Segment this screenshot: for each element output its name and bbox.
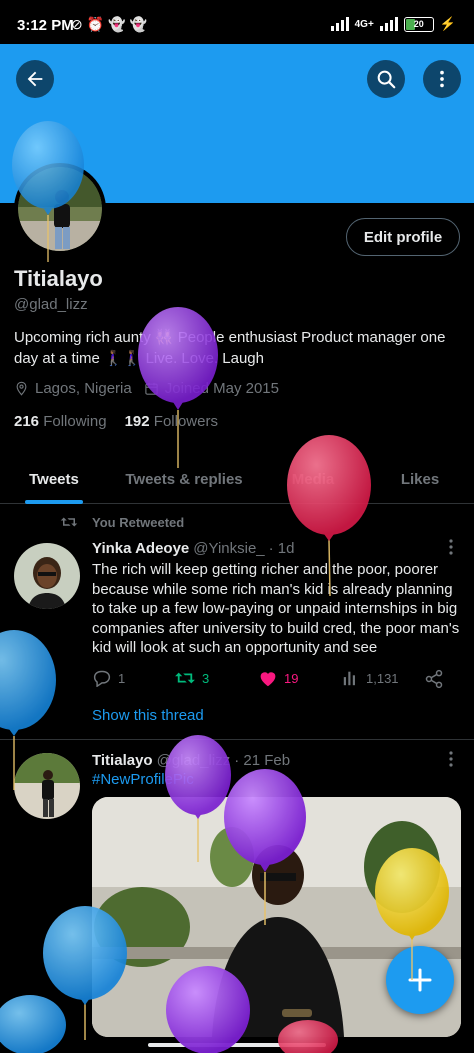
show-thread-link[interactable]: Show this thread xyxy=(92,707,204,724)
tweet-actions: 1 3 19 1,131 xyxy=(92,669,452,691)
tweet-more-button[interactable] xyxy=(448,750,454,773)
tweet-author-name[interactable]: Titialayo xyxy=(92,752,153,769)
reply-button[interactable]: 1 xyxy=(92,669,125,687)
plus-icon xyxy=(408,968,432,992)
more-vertical-icon xyxy=(449,539,453,555)
tweet-author-name[interactable]: Yinka Adeoye xyxy=(92,540,189,557)
followers-label: Followers xyxy=(153,413,218,430)
search-icon xyxy=(377,70,396,89)
following-count: 216 xyxy=(14,413,40,430)
battery-level: 20 xyxy=(413,18,424,29)
status-bar: 3:12 PM ⊘⏰👻👻 4G+ 20 ⚡ xyxy=(0,0,474,44)
tab-tweets[interactable]: Tweets xyxy=(0,454,108,504)
views-icon xyxy=(343,671,355,686)
location-pin-icon xyxy=(16,381,27,396)
joined-text: Joined May 2015 xyxy=(164,380,279,397)
location-text: Lagos, Nigeria xyxy=(35,380,132,397)
tab-tweets-replies-label: Tweets & replies xyxy=(125,470,243,488)
retweet-icon xyxy=(60,517,78,527)
avatar-photo xyxy=(14,543,80,609)
profile-bio: Upcoming rich aunty 👯‍♀️ People enthusia… xyxy=(14,329,446,367)
tab-media[interactable]: Media xyxy=(260,454,366,504)
status-right: 4G+ 20 ⚡ xyxy=(330,16,456,32)
tweet-author-avatar[interactable] xyxy=(14,753,80,819)
retweet-button[interactable]: 3 xyxy=(174,669,209,687)
tweet-time: · 21 Feb xyxy=(234,752,291,769)
more-vertical-icon xyxy=(449,751,453,767)
battery-icon: 20 xyxy=(403,16,434,32)
snapchat-icon: 👻 xyxy=(129,16,152,32)
back-button[interactable] xyxy=(16,60,54,98)
signal-icon xyxy=(330,17,349,31)
tab-media-label: Media xyxy=(291,470,335,488)
more-vertical-icon xyxy=(440,70,444,88)
arrow-left-icon xyxy=(27,71,43,87)
like-button[interactable]: 19 xyxy=(258,669,298,687)
like-count: 19 xyxy=(284,670,299,686)
tweet-author-avatar[interactable] xyxy=(14,543,80,609)
tab-likes-label: Likes xyxy=(400,470,440,488)
calendar-icon xyxy=(145,382,158,395)
tweet-divider xyxy=(0,739,474,740)
location: Lagos, Nigeria xyxy=(14,380,132,397)
tweet-header: Yinka Adeoye @Yinksie_ · 1d xyxy=(92,540,295,557)
tab-tweets-replies[interactable]: Tweets & replies xyxy=(108,454,260,504)
tweet-text: The rich will keep getting richer and th… xyxy=(92,561,460,656)
tweet-author-handle: @glad_lizz xyxy=(156,752,231,769)
views-count: 1,131 xyxy=(366,670,399,686)
profile-tabs: Tweets Tweets & replies Media Likes xyxy=(0,454,474,504)
compose-tweet-button[interactable] xyxy=(386,946,454,1014)
retweet-count: 3 xyxy=(202,670,210,686)
tweet-author-handle: @Yinksie_ xyxy=(193,540,265,557)
profile-avatar[interactable] xyxy=(14,163,106,255)
tab-likes[interactable]: Likes xyxy=(366,454,474,504)
following-link[interactable]: 216 Following xyxy=(14,413,107,430)
edit-profile-button[interactable]: Edit profile xyxy=(346,218,460,256)
share-icon xyxy=(425,669,443,689)
avatar-photo xyxy=(14,753,80,819)
gesture-navbar xyxy=(0,1037,474,1053)
tweet-header: Titialayo @glad_lizz · 21 Feb xyxy=(92,752,290,769)
share-button[interactable] xyxy=(424,669,444,689)
heart-icon xyxy=(260,672,276,687)
reply-icon xyxy=(93,670,111,687)
signal-icon xyxy=(379,17,398,31)
followers-link[interactable]: 192 Followers xyxy=(125,413,218,430)
profile-meta: Lagos, Nigeria Joined May 2015 xyxy=(14,380,279,397)
snapchat-icon: 👻 xyxy=(108,16,130,32)
avatar-photo xyxy=(18,167,102,251)
alarm-icon: ⏰ xyxy=(86,16,109,32)
status-time: 3:12 PM xyxy=(17,17,74,34)
hashtag-link[interactable]: #NewProfilePic xyxy=(92,771,194,788)
charging-icon: ⚡ xyxy=(439,16,456,31)
active-tab-indicator xyxy=(25,500,83,504)
profile-name: Titialayo xyxy=(14,266,103,291)
network-type: 4G+ xyxy=(354,18,374,30)
retweet-label: You Retweeted xyxy=(92,514,185,530)
follow-counts: 216 Following 192 Followers xyxy=(14,413,218,430)
views-button[interactable]: 1,131 xyxy=(342,669,399,687)
search-button[interactable] xyxy=(367,60,405,98)
tab-tweets-label: Tweets xyxy=(29,470,79,488)
home-indicator[interactable] xyxy=(148,1043,326,1047)
joined-date: Joined May 2015 xyxy=(144,380,279,397)
retweet-context: You Retweeted xyxy=(60,514,184,530)
reply-count: 1 xyxy=(118,670,126,686)
more-button[interactable] xyxy=(423,60,461,98)
followers-count: 192 xyxy=(124,413,150,430)
retweet-icon xyxy=(175,672,195,684)
mute-icon: ⊘ xyxy=(71,16,87,32)
tweet-time: · 1d xyxy=(268,540,295,557)
profile-handle: @glad_lizz xyxy=(14,296,88,313)
status-notification-icons: ⊘⏰👻👻 xyxy=(71,16,151,33)
tweet-more-button[interactable] xyxy=(448,538,454,561)
following-label: Following xyxy=(43,413,107,430)
